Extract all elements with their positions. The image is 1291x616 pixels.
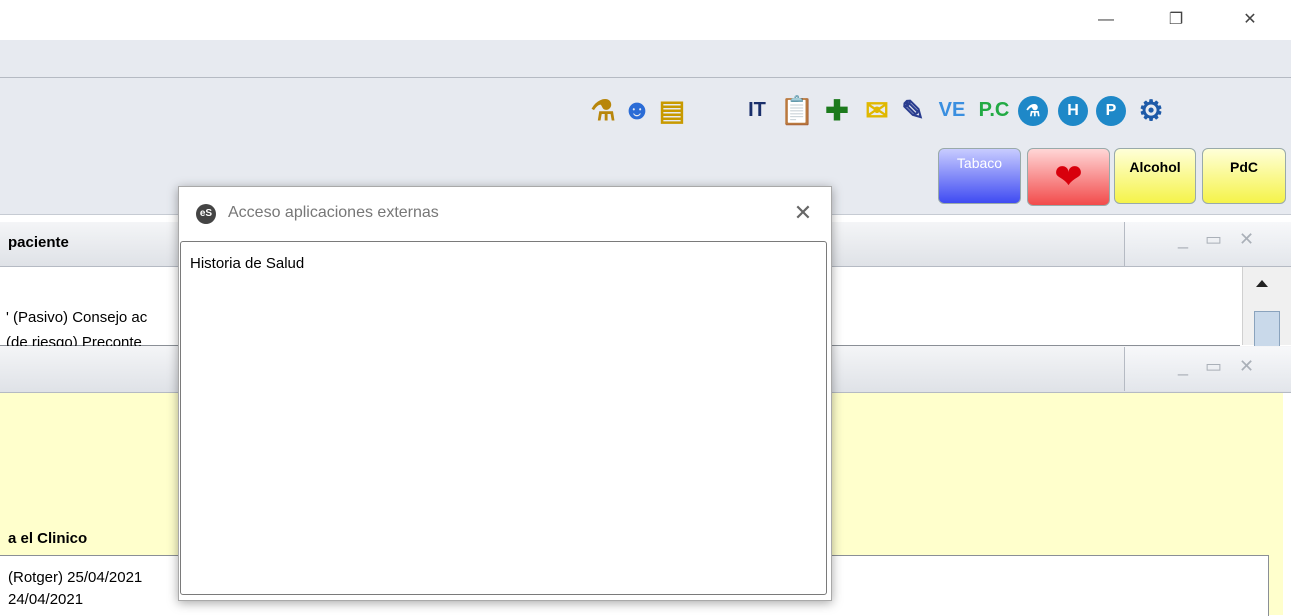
pc-icon[interactable]: P.C (974, 94, 1014, 126)
settings-gear-icon[interactable]: ⚙ (1134, 94, 1168, 126)
it-icon[interactable]: IT (740, 94, 774, 126)
p-circle-icon[interactable]: P (1096, 96, 1126, 126)
dialog-close-button[interactable]: ✕ (788, 198, 818, 228)
clinical-note-line-1: (Rotger) 25/04/2021 (8, 569, 143, 586)
alcohol-button[interactable]: Alcohol (1114, 148, 1196, 204)
lab-flask-icon[interactable]: ⚗ (586, 94, 620, 126)
clinical-panel-controls[interactable]: _ ▭ ✕ (1178, 356, 1260, 377)
pdc-button[interactable]: PdC (1202, 148, 1286, 204)
window-minimize-button[interactable]: — (1084, 6, 1128, 34)
clinical-section-label: a el Clinico (8, 530, 88, 547)
ve-icon[interactable]: VE (934, 94, 970, 126)
patient-line-1: ' (Pasivo) Consejo ac (6, 309, 148, 326)
doctor-icon[interactable]: ☻ (620, 94, 654, 126)
list-item-historia-de-salud[interactable]: Historia de Salud (190, 255, 304, 272)
window-close-button[interactable]: ✕ (1228, 6, 1272, 34)
clipboard-icon[interactable]: 📋 (780, 94, 815, 126)
window-maximize-button[interactable]: ❐ (1154, 6, 1198, 34)
add-prescription-icon[interactable]: ✚ (820, 94, 854, 126)
patient-panel-controls[interactable]: _ ▭ ✕ (1178, 229, 1260, 250)
patient-line-2: (de riesgo) Preconte (6, 334, 142, 346)
scroll-up-arrow-icon[interactable] (1256, 280, 1268, 287)
syringe-icon[interactable]: ✎ (896, 94, 930, 126)
patient-panel-title: paciente (8, 234, 69, 251)
external-apps-list (180, 241, 827, 595)
dialog-title: Acceso aplicaciones externas (228, 204, 439, 221)
document-list-icon[interactable]: ▤ (654, 94, 690, 126)
clinical-note-line-2: 24/04/2021 (8, 591, 84, 608)
email-icon[interactable]: ✉ (860, 94, 894, 126)
h-circle-icon[interactable]: H (1058, 96, 1088, 126)
app-logo-icon: eS (196, 204, 216, 224)
heart-button[interactable]: ❤ (1027, 148, 1110, 206)
tabaco-button[interactable]: Tabaco (938, 148, 1021, 204)
lab-circle-icon[interactable]: ⚗ (1018, 96, 1048, 126)
scrollbar-thumb[interactable] (1254, 311, 1280, 346)
menu-bar (0, 40, 1291, 78)
